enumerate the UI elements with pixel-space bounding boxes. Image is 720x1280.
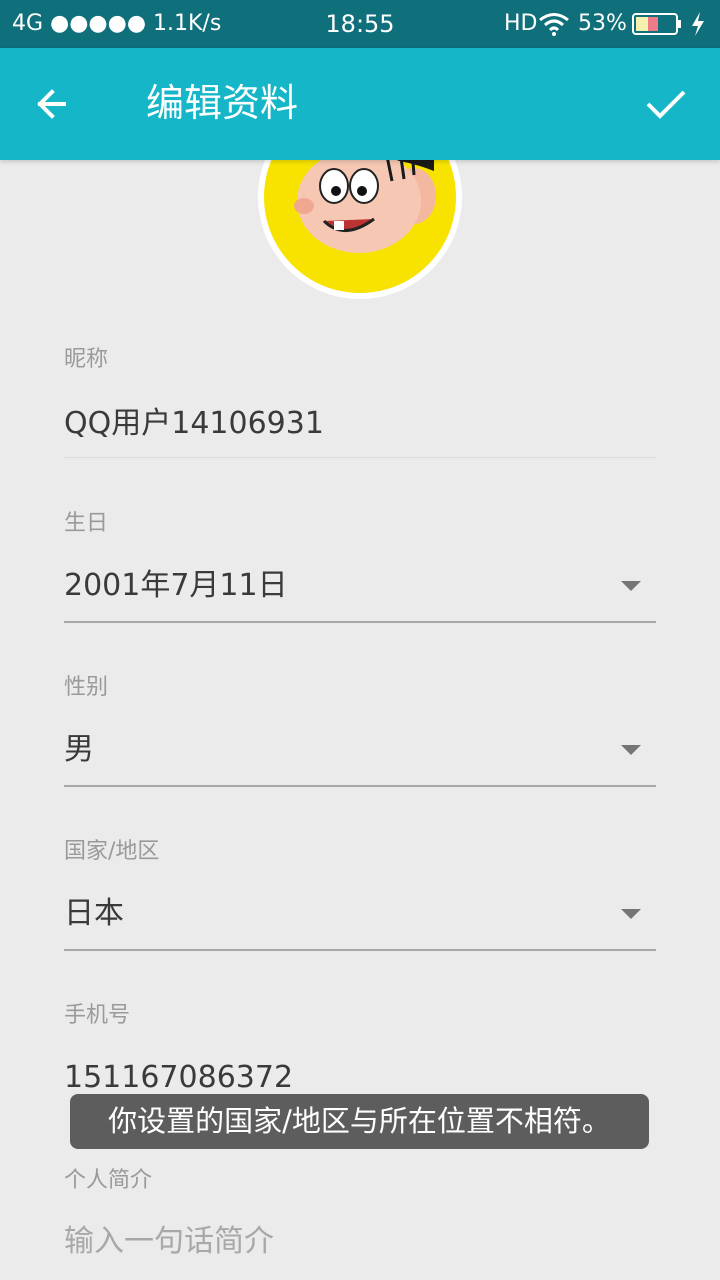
wifi-icon	[539, 13, 569, 36]
nickname-input[interactable]: QQ用户14106931	[64, 404, 324, 444]
gender-label: 性别	[64, 675, 109, 700]
region-dropdown[interactable]: 日本	[64, 880, 656, 950]
phone-label: 手机号	[64, 1003, 131, 1028]
nickname-divider	[64, 457, 656, 458]
hd-indicator: HD	[504, 11, 538, 36]
arrow-left-icon[interactable]	[30, 82, 80, 126]
checkmark-icon[interactable]	[640, 78, 690, 128]
chevron-down-icon	[621, 909, 641, 919]
bio-input[interactable]: 输入一句话简介	[64, 1222, 274, 1262]
chevron-down-icon	[621, 745, 641, 755]
toast-message: 你设置的国家/地区与所在位置不相符。	[70, 1094, 649, 1149]
birthday-value: 2001年7月11日	[64, 568, 288, 603]
charging-icon	[692, 12, 704, 36]
phone-input[interactable]: 151167086372	[64, 1058, 293, 1098]
battery-percent: 53%	[578, 11, 627, 36]
status-bar: 4G ●●●●● 1.1K/s 18:55 HD 53%	[0, 0, 720, 48]
region-value: 日本	[64, 896, 124, 931]
nickname-label: 昵称	[64, 347, 109, 372]
bio-label: 个人简介	[64, 1168, 153, 1193]
chevron-down-icon	[621, 581, 641, 591]
birthday-dropdown[interactable]: 2001年7月11日	[64, 552, 656, 622]
birthday-divider	[64, 621, 656, 623]
birthday-label: 生日	[64, 511, 109, 536]
gender-divider	[64, 785, 656, 787]
battery-icon	[632, 13, 681, 35]
region-divider	[64, 949, 656, 951]
app-bar: 编辑资料	[0, 48, 720, 160]
region-label: 国家/地区	[64, 839, 160, 864]
gender-dropdown[interactable]: 男	[64, 716, 656, 786]
page-title: 编辑资料	[146, 81, 299, 125]
gender-value: 男	[64, 732, 94, 767]
